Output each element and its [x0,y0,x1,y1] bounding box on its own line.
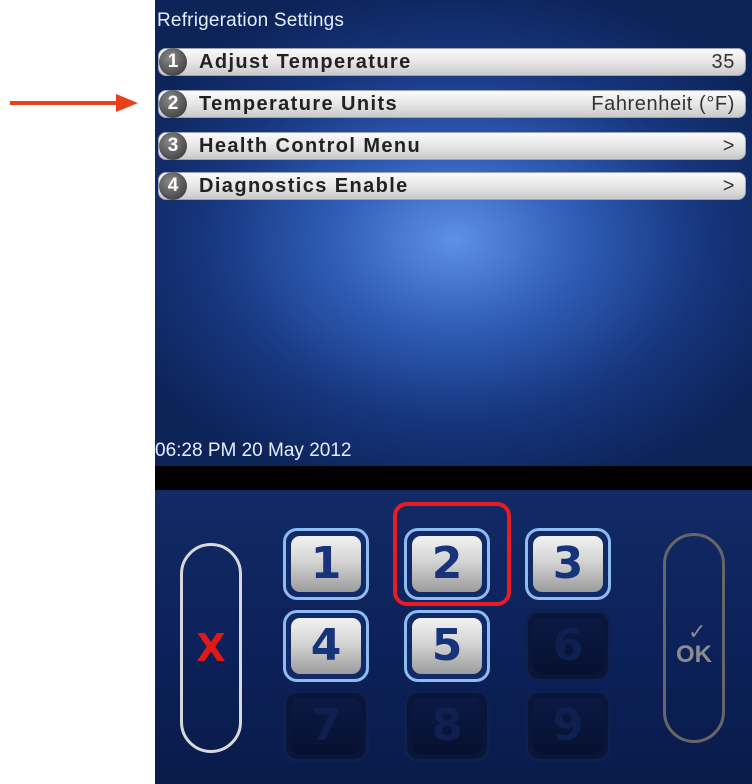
keypad: X 1 2 3 4 5 6 7 8 9 ✓ OK [155,490,752,784]
key-6: 6 [525,610,611,682]
ok-button[interactable]: ✓ OK [663,533,725,743]
key-label: 9 [533,698,603,754]
menu-item-adjust-temperature[interactable]: 1 Adjust Temperature 35 [158,48,746,76]
menu-item-health-control[interactable]: 3 Health Control Menu > [158,132,746,160]
menu-item-temperature-units[interactable]: 2 Temperature Units Fahrenheit (°F) [158,90,746,118]
menu-number-badge: 1 [159,48,187,76]
menu-item-label: Temperature Units [199,93,399,115]
key-4[interactable]: 4 [283,610,369,682]
key-label: 4 [291,618,361,674]
menu-number-badge: 4 [159,172,187,200]
ok-label: OK [676,641,712,668]
menu-number-badge: 3 [159,132,187,160]
key-label: 6 [533,618,603,674]
menu-item-value: Fahrenheit (°F) [591,93,735,115]
key-1[interactable]: 1 [283,528,369,600]
menu-item-label: Health Control Menu [199,135,422,157]
key-label: 1 [291,536,361,592]
key-8: 8 [404,690,490,762]
menu-item-label: Diagnostics Enable [199,175,409,197]
annotation-arrow [10,94,138,112]
chevron-right-icon: > [722,175,735,197]
cancel-button[interactable]: X [180,543,242,753]
menu-item-diagnostics-enable[interactable]: 4 Diagnostics Enable > [158,172,746,200]
key-label: 3 [533,536,603,592]
key-2[interactable]: 2 [404,528,490,600]
key-5[interactable]: 5 [404,610,490,682]
key-label: 5 [412,618,482,674]
screen-title: Refrigeration Settings [157,10,345,31]
status-datetime: 06:28 PM 20 May 2012 [155,440,352,461]
key-9: 9 [525,690,611,762]
device-screen: Refrigeration Settings 1 Adjust Temperat… [155,0,752,466]
key-label: 8 [412,698,482,754]
key-label: 2 [412,536,482,592]
key-3[interactable]: 3 [525,528,611,600]
chevron-right-icon: > [722,135,735,157]
menu-item-label: Adjust Temperature [199,51,412,73]
close-icon: X [196,626,226,670]
menu-number-badge: 2 [159,90,187,118]
key-label: 7 [291,698,361,754]
divider-band [155,466,752,490]
menu-item-value: 35 [711,51,735,73]
key-7: 7 [283,690,369,762]
